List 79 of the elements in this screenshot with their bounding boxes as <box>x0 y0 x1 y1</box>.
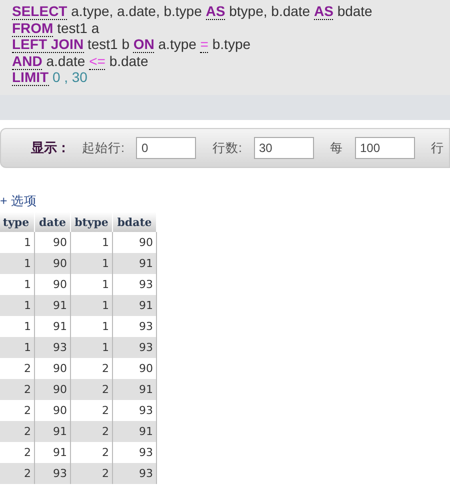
sql-keyword-link[interactable]: AS <box>314 3 334 20</box>
sql-text: b.date <box>109 52 148 68</box>
table-cell: 1 <box>0 274 34 295</box>
table-cell: 93 <box>112 400 156 421</box>
table-cell: 2 <box>0 442 34 463</box>
table-cell: 91 <box>34 316 70 337</box>
table-cell: 2 <box>0 400 34 421</box>
table-cell: 93 <box>112 337 156 358</box>
table-cell: 91 <box>112 379 156 400</box>
table-cell: 91 <box>34 442 70 463</box>
sql-text: a.date <box>46 52 86 68</box>
column-header[interactable]: btype <box>70 212 112 232</box>
table-cell: 1 <box>0 337 34 358</box>
table-cell: 93 <box>34 463 70 484</box>
sql-keyword-link[interactable]: SELECT <box>12 3 68 20</box>
sql-keyword-link[interactable]: FROM <box>12 20 54 36</box>
column-header[interactable]: type <box>0 212 34 232</box>
table-cell: 90 <box>34 232 70 253</box>
field-label: 行数: <box>212 140 242 156</box>
table-cell: 90 <box>34 400 70 421</box>
table-cell: 1 <box>70 274 112 295</box>
sql-text: bdate <box>337 3 372 19</box>
table-cell: 2 <box>0 379 34 400</box>
sql-text: test1 a <box>57 20 100 36</box>
table-cell: 93 <box>112 442 156 463</box>
column-header[interactable]: date <box>34 212 70 232</box>
table-cell: 91 <box>34 421 70 442</box>
display-label: 显示： <box>31 139 70 157</box>
sql-text: b.type <box>212 36 251 52</box>
table-cell: 90 <box>34 274 70 295</box>
table-cell: 1 <box>70 253 112 274</box>
sql-keyword-link[interactable]: LIMIT <box>12 69 49 86</box>
table-cell: 93 <box>112 316 156 337</box>
number-field[interactable]: 100 <box>354 137 415 159</box>
table-cell: 2 <box>70 463 112 484</box>
options-link[interactable]: + 选项 <box>0 193 37 210</box>
number-field[interactable]: 0 <box>136 137 196 159</box>
sql-text: a.type, a.date, b.type <box>71 3 202 19</box>
table-cell: 91 <box>112 421 156 442</box>
table-cell: 1 <box>0 253 34 274</box>
table-cell: 90 <box>34 358 70 379</box>
sql-keyword-link[interactable]: AND <box>12 52 42 70</box>
table-cell: 2 <box>70 442 112 463</box>
sql-text: a.type <box>158 36 196 52</box>
table-cell: 91 <box>112 253 156 274</box>
sql-text: btype, b.date <box>229 3 310 19</box>
sql-keyword-link[interactable]: ON <box>133 36 154 53</box>
table-cell: 1 <box>70 232 112 253</box>
sql-text: test1 b <box>87 36 130 52</box>
table-cell: 2 <box>70 400 112 421</box>
table-cell: 1 <box>70 337 112 358</box>
table-cell: 90 <box>34 253 70 274</box>
table-cell: 93 <box>112 463 156 484</box>
table-cell: 1 <box>0 316 34 337</box>
table-cell: 2 <box>0 421 34 442</box>
table-cell: 2 <box>70 379 112 400</box>
number-field[interactable]: 30 <box>254 137 314 159</box>
table-cell: 93 <box>34 337 70 358</box>
table-cell: 2 <box>0 463 34 484</box>
sql-number: 0 , 30 <box>52 69 88 85</box>
table-cell: 90 <box>112 358 156 379</box>
sql-keyword-link[interactable]: AS <box>206 3 226 20</box>
table-cell: 91 <box>34 295 70 316</box>
table-cell: 1 <box>70 316 112 337</box>
field-label: 行 <box>430 140 444 156</box>
table-cell: 1 <box>70 295 112 316</box>
field-label: 起始行: <box>82 140 124 156</box>
table-cell: 93 <box>112 274 156 295</box>
table-cell: 2 <box>0 358 34 379</box>
table-cell: 91 <box>112 295 156 316</box>
sql-keyword-link[interactable]: LEFT JOIN <box>12 36 84 53</box>
table-cell: 90 <box>112 232 156 253</box>
table-cell: 1 <box>0 295 34 316</box>
column-header[interactable]: bdate <box>112 212 156 232</box>
table-cell: 2 <box>70 421 112 442</box>
table-cell: 90 <box>34 379 70 400</box>
table-cell: 1 <box>0 232 34 253</box>
field-label: 每 <box>330 140 343 156</box>
table-cell: 2 <box>70 358 112 379</box>
